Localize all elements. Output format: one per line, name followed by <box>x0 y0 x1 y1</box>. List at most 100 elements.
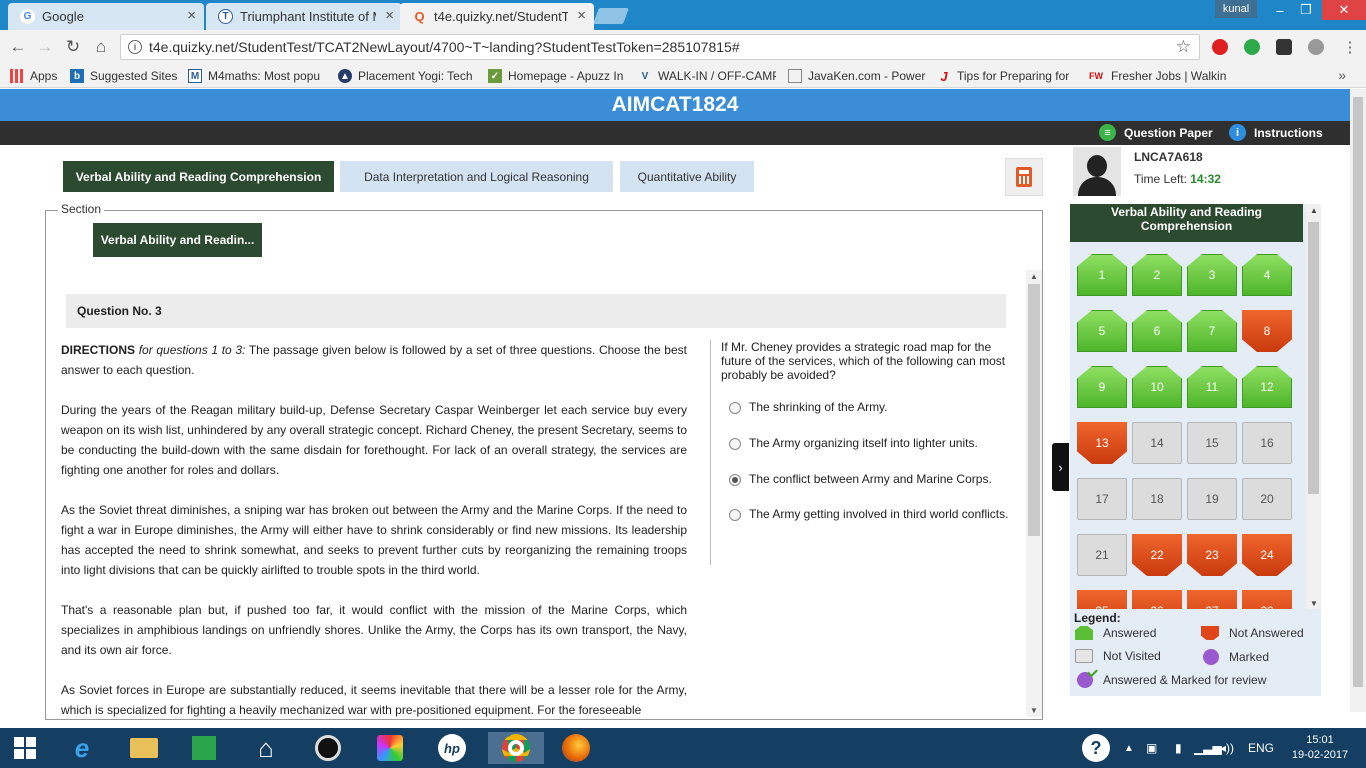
option-2[interactable]: The Army organizing itself into lighter … <box>729 436 1019 450</box>
bookmark-tips[interactable]: J Tips for Preparing for <box>937 68 1075 84</box>
browser-tab-quizky[interactable]: Q t4e.quizky.net/StudentTe × <box>400 3 594 30</box>
palette-question-16[interactable]: 16 <box>1242 422 1292 464</box>
close-icon[interactable]: × <box>187 7 196 24</box>
calculator-button[interactable] <box>1005 158 1043 196</box>
palette-question-8[interactable]: 8 <box>1242 310 1292 352</box>
palette-question-17[interactable]: 17 <box>1077 478 1127 520</box>
window-close-icon[interactable]: ✕ <box>1322 0 1366 20</box>
grammarly-extension-icon[interactable] <box>1244 39 1260 55</box>
back-arrow-icon[interactable]: ← <box>8 37 28 57</box>
palette-question-21[interactable]: 21 <box>1077 534 1127 576</box>
restore-icon[interactable]: ❐ <box>1292 0 1320 20</box>
menu-kebab-icon[interactable]: ⋮ <box>1340 37 1360 57</box>
home-app-icon[interactable]: ⌂ <box>246 732 286 764</box>
scroll-up-icon[interactable]: ▲ <box>1030 272 1038 281</box>
battery-icon[interactable]: ▮ <box>1175 728 1182 768</box>
option-3[interactable]: The conflict between Army and Marine Cor… <box>729 472 1019 486</box>
palette-scrollbar[interactable]: ▲ ▼ <box>1306 204 1321 609</box>
tab-quantitative-ability[interactable]: Quantitative Ability <box>620 161 754 192</box>
windows-start-icon[interactable] <box>5 732 45 764</box>
profile-name[interactable]: kunal <box>1215 0 1257 18</box>
palette-question-18[interactable]: 18 <box>1132 478 1182 520</box>
chrome-icon[interactable] <box>488 732 544 764</box>
browser-tab-google[interactable]: G Google × <box>8 3 204 30</box>
radio-button[interactable] <box>729 509 741 521</box>
palette-question-13[interactable]: 13 <box>1077 422 1127 464</box>
palette-question-6[interactable]: 6 <box>1132 310 1182 352</box>
palette-question-25[interactable]: 25 <box>1077 590 1127 609</box>
instructions-link[interactable]: i Instructions <box>1229 124 1323 141</box>
palette-question-4[interactable]: 4 <box>1242 254 1292 296</box>
scroll-down-icon[interactable]: ▼ <box>1030 706 1038 715</box>
help-icon[interactable]: ? <box>1082 728 1110 768</box>
page-scrollbar[interactable] <box>1350 89 1366 712</box>
palette-question-2[interactable]: 2 <box>1132 254 1182 296</box>
volume-icon[interactable]: ◂)) <box>1220 728 1234 768</box>
bookmark-suggested-sites[interactable]: b Suggested Sites <box>70 68 177 84</box>
palette-question-12[interactable]: 12 <box>1242 366 1292 408</box>
close-icon[interactable]: × <box>577 7 586 24</box>
internet-explorer-icon[interactable]: e <box>62 732 102 764</box>
collapse-panel-chevron-icon[interactable]: › <box>1052 443 1069 491</box>
bookmark-apps[interactable]: Apps <box>10 68 57 84</box>
palette-question-11[interactable]: 11 <box>1187 366 1237 408</box>
clock[interactable]: 15:01 19-02-2017 <box>1290 733 1350 763</box>
palette-question-23[interactable]: 23 <box>1187 534 1237 576</box>
more-bookmarks-icon[interactable]: » <box>1338 67 1346 83</box>
bookmark-star-icon[interactable]: ☆ <box>1176 37 1191 57</box>
address-bar[interactable]: i t4e.quizky.net/StudentTest/TCAT2NewLay… <box>120 34 1200 60</box>
question-scrollbar[interactable]: ▲ ▼ <box>1026 270 1042 717</box>
palette-question-1[interactable]: 1 <box>1077 254 1127 296</box>
bookmark-javaken[interactable]: JavaKen.com - Powere <box>788 68 926 84</box>
scroll-down-icon[interactable]: ▼ <box>1310 599 1318 608</box>
question-paper-link[interactable]: ≡ Question Paper <box>1099 124 1213 141</box>
palette-question-9[interactable]: 9 <box>1077 366 1127 408</box>
palette-question-28[interactable]: 28 <box>1242 590 1292 609</box>
tab-verbal-ability[interactable]: Verbal Ability and Reading Comprehension <box>63 161 334 192</box>
palette-question-14[interactable]: 14 <box>1132 422 1182 464</box>
option-4[interactable]: The Army getting involved in third world… <box>729 507 1019 521</box>
file-explorer-icon[interactable] <box>124 732 164 764</box>
tab-data-interpretation[interactable]: Data Interpretation and Logical Reasonin… <box>340 161 613 192</box>
scroll-up-icon[interactable]: ▲ <box>1310 206 1318 215</box>
bookmark-placement-yogi[interactable]: ▲ Placement Yogi: Tech <box>338 68 476 84</box>
radio-button[interactable] <box>729 402 741 414</box>
signal-icon[interactable]: ▁▃▅ <box>1194 728 1222 768</box>
store-icon[interactable] <box>184 732 224 764</box>
radio-button[interactable] <box>729 438 741 450</box>
palette-question-7[interactable]: 7 <box>1187 310 1237 352</box>
palette-question-5[interactable]: 5 <box>1077 310 1127 352</box>
network-icon[interactable]: ▣ <box>1146 728 1157 768</box>
bookmark-walkin[interactable]: V WALK-IN / OFF-CAMP <box>638 68 776 84</box>
bookmark-m4maths[interactable]: M M4maths: Most popu <box>188 68 328 84</box>
palette-question-20[interactable]: 20 <box>1242 478 1292 520</box>
extension-icon[interactable] <box>1276 39 1292 55</box>
palette-question-26[interactable]: 26 <box>1132 590 1182 609</box>
language-indicator[interactable]: ENG <box>1248 728 1274 768</box>
firefox-icon[interactable] <box>556 732 596 764</box>
home-icon[interactable]: ⌂ <box>91 37 111 57</box>
palette-question-15[interactable]: 15 <box>1187 422 1237 464</box>
bookmark-fresher-jobs[interactable]: FW Fresher Jobs | Walkins <box>1087 68 1227 84</box>
palette-question-22[interactable]: 22 <box>1132 534 1182 576</box>
palette-question-24[interactable]: 24 <box>1242 534 1292 576</box>
site-info-icon[interactable]: i <box>128 40 142 54</box>
minimize-icon[interactable]: – <box>1266 0 1294 20</box>
tray-expand-icon[interactable]: ▲ <box>1124 728 1134 768</box>
radio-button-selected[interactable] <box>729 474 741 486</box>
browser-tab-tims[interactable]: T Triumphant Institute of M × <box>206 3 402 30</box>
option-1[interactable]: The shrinking of the Army. <box>729 400 1019 414</box>
close-icon[interactable]: × <box>385 7 394 24</box>
palette-question-19[interactable]: 19 <box>1187 478 1237 520</box>
palette-question-10[interactable]: 10 <box>1132 366 1182 408</box>
reload-icon[interactable]: ↻ <box>63 37 83 57</box>
webcam-icon[interactable] <box>308 732 348 764</box>
new-tab-button[interactable] <box>593 8 629 24</box>
hp-icon[interactable]: hp <box>432 732 472 764</box>
section-chip[interactable]: Verbal Ability and Readin... <box>93 223 262 257</box>
palette-question-27[interactable]: 27 <box>1187 590 1237 609</box>
paint-app-icon[interactable] <box>370 732 410 764</box>
opera-extension-icon[interactable] <box>1212 39 1228 55</box>
palette-question-3[interactable]: 3 <box>1187 254 1237 296</box>
bookmark-apuzz[interactable]: ✓ Homepage - Apuzz In <box>488 68 626 84</box>
